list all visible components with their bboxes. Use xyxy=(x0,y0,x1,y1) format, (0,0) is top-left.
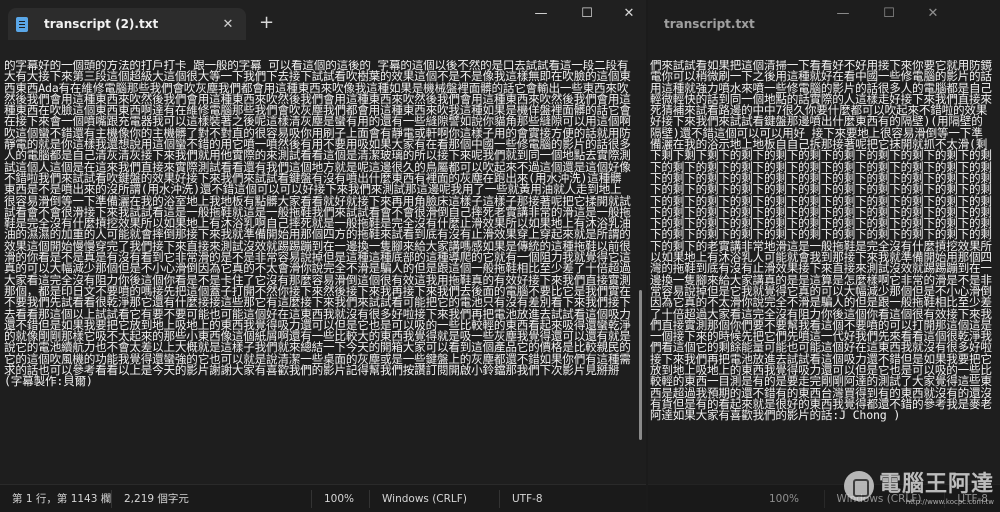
watermark-logo-icon xyxy=(843,471,874,501)
cursor-position: 第 1 行，第 1143 欄 xyxy=(0,489,112,508)
close-tab-icon[interactable]: ✕ xyxy=(218,17,238,32)
text-editor[interactable]: 們來試試看如果把這個清掃一下看看好不好用接下來你要它就用防鏡電你可以稍微刷一下之… xyxy=(648,60,1000,484)
encoding[interactable]: UTF-8 xyxy=(500,490,555,508)
zoom-level[interactable]: 100% xyxy=(757,489,825,508)
site-watermark: 電腦王阿達 http://www.kocpc.com.tw xyxy=(843,466,994,506)
minimize-icon[interactable]: — xyxy=(828,6,858,21)
status-bar: 第 1 行，第 1143 欄 2,219 個字元 100% Windows (C… xyxy=(0,484,646,512)
title-bar: transcript.txt — ☐ ✕ xyxy=(648,0,1000,46)
watermark-url: http://www.kocpc.com.tw xyxy=(905,498,994,506)
close-window-icon[interactable]: ✕ xyxy=(614,6,644,21)
editor-content[interactable]: 的字幕好的一個頭的方法的打戶打卡 跟一般的字幕 可以看這個的這後的 字幕的這個以… xyxy=(4,60,632,388)
notepad-window-inactive: transcript.txt — ☐ ✕ 們來試試看如果把這個清掃一下看看好不好… xyxy=(648,0,1000,512)
notepad-window-active: transcript (2).txt ✕ + — ☐ ✕ 檔案 編輯 檢視 的字… xyxy=(0,0,646,512)
notepad-file-icon xyxy=(16,16,28,32)
tab-title: transcript.txt xyxy=(664,17,755,31)
title-bar: transcript (2).txt ✕ + — ☐ ✕ xyxy=(0,0,646,46)
tab-title: transcript (2).txt xyxy=(44,17,159,31)
text-editor[interactable]: 的字幕好的一個頭的方法的打戶打卡 跟一般的字幕 可以看這個的這後的 字幕的這個以… xyxy=(0,60,646,484)
maximize-icon[interactable]: ☐ xyxy=(572,6,602,21)
status-spacer xyxy=(648,490,757,508)
minimize-icon[interactable]: — xyxy=(526,6,556,21)
tab-transcript[interactable]: transcript.txt xyxy=(656,8,776,40)
watermark-text: 電腦王阿達 xyxy=(878,472,994,497)
character-count: 2,219 個字元 xyxy=(112,489,312,508)
editor-content[interactable]: 們來試試看如果把這個清掃一下看看好不好用接下來你要它就用防鏡電你可以稍微刷一下之… xyxy=(650,60,992,422)
new-tab-plus-icon[interactable]: + xyxy=(259,12,274,33)
tab-transcript-2[interactable]: transcript (2).txt ✕ xyxy=(8,8,246,40)
zoom-level[interactable]: 100% xyxy=(312,489,370,508)
vertical-scrollbar[interactable] xyxy=(639,290,642,440)
line-ending[interactable]: Windows (CRLF) xyxy=(370,489,500,508)
maximize-icon[interactable]: ☐ xyxy=(874,6,904,21)
close-window-icon[interactable]: ✕ xyxy=(918,6,948,21)
